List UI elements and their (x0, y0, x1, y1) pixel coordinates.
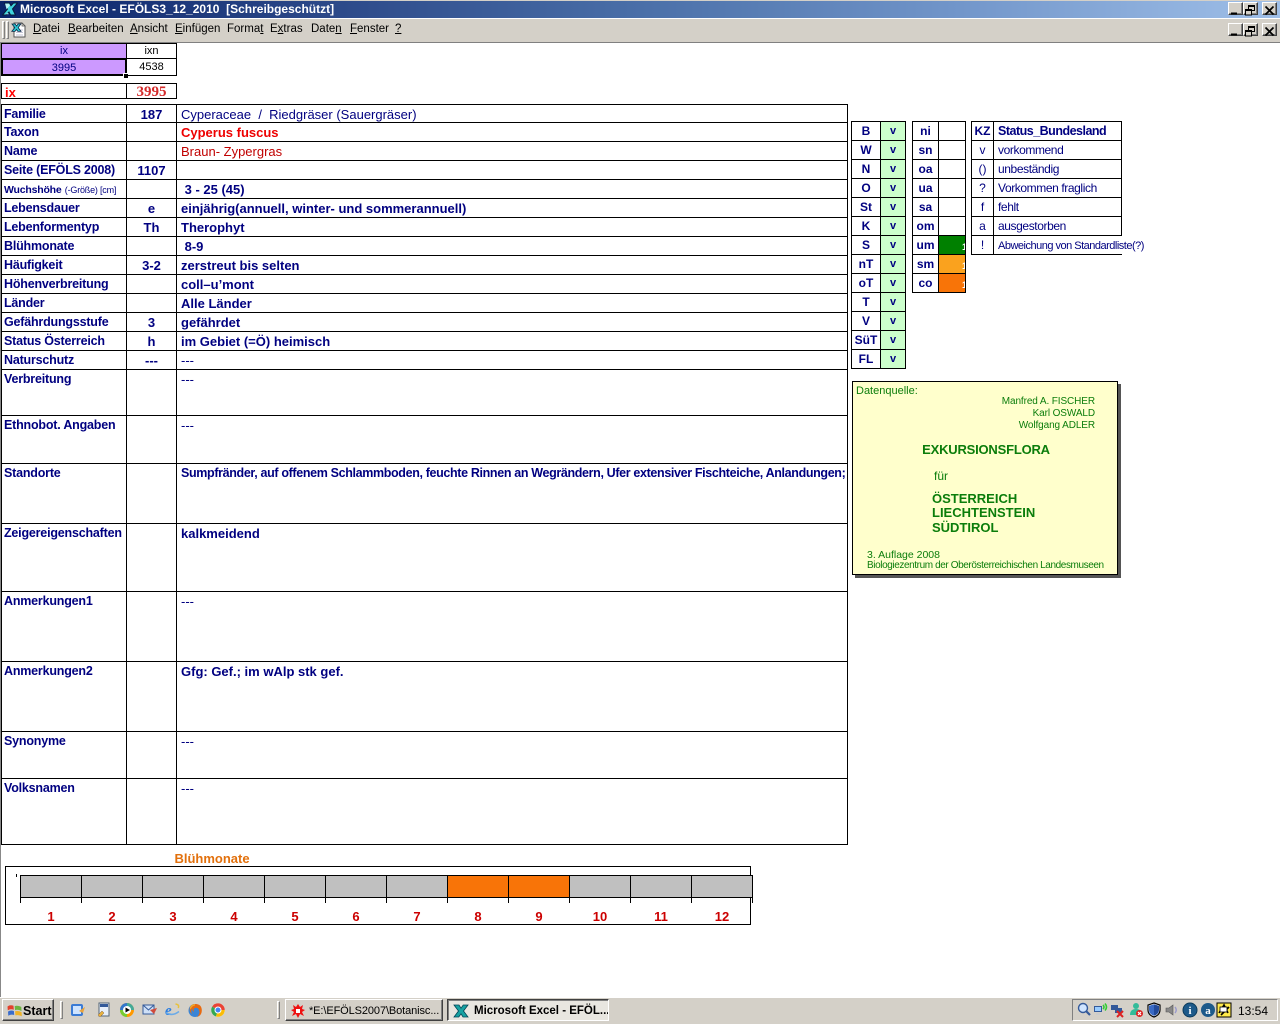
svg-text:e: e (165, 1003, 172, 1018)
svg-text:a: a (1205, 1005, 1211, 1017)
svg-text:i: i (1188, 1005, 1191, 1017)
